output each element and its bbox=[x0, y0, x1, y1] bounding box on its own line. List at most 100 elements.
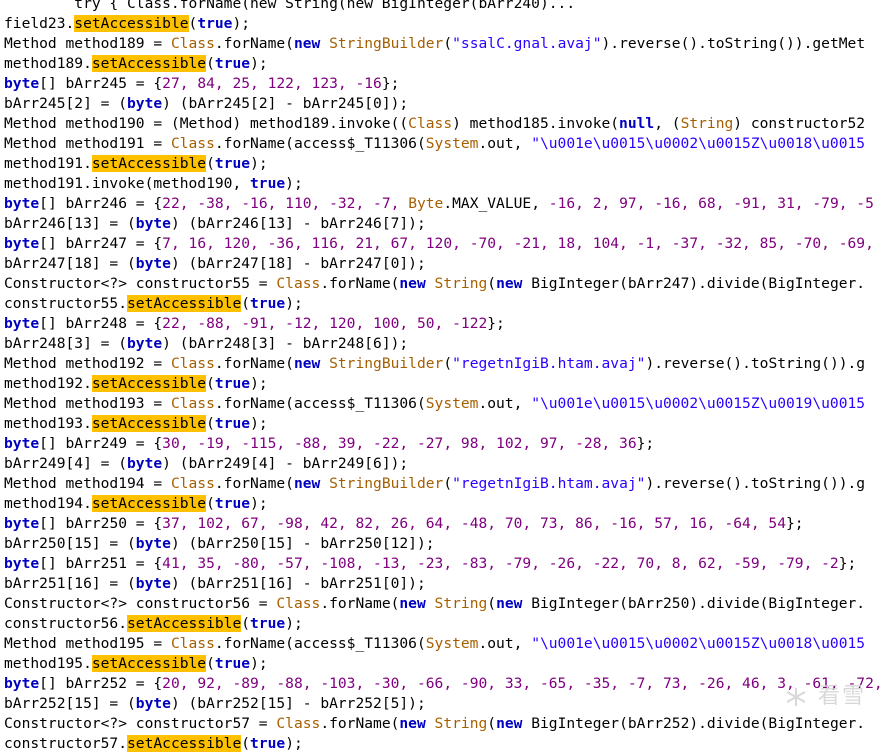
code-text: [] bArr252 = { bbox=[39, 675, 163, 692]
code-text: [] bArr245 = { bbox=[39, 75, 163, 92]
number-literal: 27, 84, 25, 122, 123, -16 bbox=[162, 75, 382, 92]
code-line: byte[] bArr246 = {22, -38, -16, 110, -32… bbox=[4, 194, 880, 214]
code-text: ( bbox=[487, 275, 497, 292]
code-text: [] bArr246 = { bbox=[39, 195, 163, 212]
code-text: ).reverse().toString()).g bbox=[645, 355, 866, 372]
code-text: Method method189 = bbox=[4, 35, 171, 52]
code-line: bArr249[4] = (byte) (bArr249[4] - bArr24… bbox=[4, 454, 880, 474]
class-name: StringBuilder bbox=[329, 35, 444, 52]
search-highlight: setAccessible bbox=[127, 615, 242, 632]
code-text: .forName(access$_T11306( bbox=[214, 395, 426, 412]
code-text: BigInteger(bArr250).divide(BigInteger. bbox=[522, 595, 866, 612]
code-line: byte[] bArr251 = {41, 35, -80, -57, -108… bbox=[4, 554, 880, 574]
code-line: method192.setAccessible(true); bbox=[4, 374, 880, 394]
string-literal: "regetnIgiB.htam.avaj" bbox=[452, 355, 646, 372]
search-highlight: setAccessible bbox=[91, 155, 207, 172]
code-text: ) (bArr250[15] - bArr250[12]); bbox=[170, 535, 435, 552]
string-literal: "\u001e\u0015\u0002\u0015Z\u0019\u0015 bbox=[531, 395, 866, 412]
string-literal: "\u001e\u0015\u0002\u0015Z\u0018\u0015 bbox=[531, 135, 866, 152]
code-text: ) (bArr247[18] - bArr247[0]); bbox=[170, 255, 426, 272]
class-name: Class bbox=[170, 395, 215, 412]
code-text: [] bArr250 = { bbox=[39, 515, 163, 532]
number-literal: 7, 16, 120, -36, 116, 21, 67, 120, -70, … bbox=[162, 235, 880, 252]
keyword: true bbox=[214, 375, 251, 392]
code-text: BigInteger(bArr247).divide(BigInteger. bbox=[522, 275, 866, 292]
code-text: method192. bbox=[4, 375, 92, 392]
keyword: byte bbox=[135, 255, 171, 272]
keyword: byte bbox=[4, 515, 40, 532]
keyword: true bbox=[250, 295, 286, 312]
code-text: ( bbox=[241, 615, 251, 632]
code-text: .forName( bbox=[214, 475, 294, 492]
number-literal: 22, -38, -16, 110, -32, -7, bbox=[162, 195, 409, 212]
keyword: null bbox=[619, 115, 655, 132]
number-literal: 41, 35, -80, -57, -108, -13, -23, -83, -… bbox=[162, 555, 839, 572]
keyword: byte bbox=[135, 695, 171, 712]
code-text: ( bbox=[241, 295, 251, 312]
keyword: byte bbox=[135, 215, 171, 232]
class-name: System bbox=[425, 395, 479, 412]
code-line: Method method193 = Class.forName(access$… bbox=[4, 394, 880, 414]
code-text: }; bbox=[381, 75, 400, 92]
keyword: true bbox=[197, 15, 233, 32]
class-name: Class bbox=[170, 635, 215, 652]
code-text: ) (bArr248[3] - bArr248[6]); bbox=[162, 335, 409, 352]
class-name: System bbox=[425, 135, 479, 152]
code-text: , ( bbox=[654, 115, 681, 132]
keyword: new bbox=[293, 475, 321, 492]
keyword: byte bbox=[4, 315, 40, 332]
keyword: byte bbox=[127, 455, 163, 472]
code-line: bArr251[16] = (byte) (bArr251[16] - bArr… bbox=[4, 574, 880, 594]
code-text: ); bbox=[250, 495, 268, 512]
code-line: byte[] bArr248 = {22, -88, -91, -12, 120… bbox=[4, 314, 880, 334]
keyword: byte bbox=[4, 235, 40, 252]
code-text: method195. bbox=[4, 655, 92, 672]
code-text: Method method192 = bbox=[4, 355, 171, 372]
code-line: bArr246[13] = (byte) (bArr246[13] - bArr… bbox=[4, 214, 880, 234]
code-text: BigInteger(bArr252).divide(BigInteger. bbox=[522, 715, 866, 732]
number-literal: 22, -88, -91, -12, 120, 100, 50, -122 bbox=[162, 315, 488, 332]
code-text: method194. bbox=[4, 495, 92, 512]
code-text: ) method185.invoke( bbox=[452, 115, 620, 132]
code-text: ).reverse().toString()).g bbox=[645, 475, 866, 492]
code-text: ); bbox=[250, 155, 268, 172]
code-line: Method method190 = (Method) method189.in… bbox=[4, 114, 880, 134]
code-text: ( bbox=[206, 55, 215, 72]
code-text: .MAX_VALUE, bbox=[443, 195, 549, 212]
code-text: ( bbox=[206, 375, 215, 392]
code-text: constructor56. bbox=[4, 615, 128, 632]
code-line: byte[] bArr249 = {30, -19, -115, -88, 39… bbox=[4, 434, 880, 454]
code-line: byte[] bArr245 = {27, 84, 25, 122, 123, … bbox=[4, 74, 880, 94]
code-text: method193. bbox=[4, 415, 92, 432]
code-text: .forName( bbox=[320, 275, 400, 292]
keyword: new bbox=[399, 275, 426, 292]
class-name: Class bbox=[276, 595, 321, 612]
code-text: }; bbox=[838, 555, 857, 572]
code-line: Method method189 = Class.forName(new Str… bbox=[4, 34, 880, 54]
search-highlight: setAccessible bbox=[91, 415, 207, 432]
code-text: method189. bbox=[4, 55, 92, 72]
code-line: constructor55.setAccessible(true); bbox=[4, 294, 880, 314]
code-line: byte[] bArr247 = {7, 16, 120, -36, 116, … bbox=[4, 234, 880, 254]
keyword: true bbox=[214, 155, 251, 172]
number-literal: 30, -19, -115, -88, 39, -22, -27, 98, 10… bbox=[162, 435, 637, 452]
code-text: [] bArr248 = { bbox=[39, 315, 163, 332]
code-text: Method method190 = (Method) method189.in… bbox=[4, 115, 409, 132]
code-text: Constructor<?> constructor56 = bbox=[4, 595, 277, 612]
keyword: new bbox=[399, 715, 426, 732]
code-text: ( bbox=[443, 475, 453, 492]
keyword: true bbox=[214, 655, 251, 672]
code-line: Constructor<?> constructor55 = Class.for… bbox=[4, 274, 880, 294]
class-name: System bbox=[425, 635, 479, 652]
class-name: Class bbox=[170, 135, 215, 152]
class-name: Class bbox=[408, 115, 453, 132]
class-name: Class bbox=[170, 355, 215, 372]
code-text: .out, bbox=[478, 635, 532, 652]
code-text: ); bbox=[285, 175, 303, 192]
code-line: method194.setAccessible(true); bbox=[4, 494, 880, 514]
code-line: bArr248[3] = (byte) (bArr248[3] - bArr24… bbox=[4, 334, 880, 354]
